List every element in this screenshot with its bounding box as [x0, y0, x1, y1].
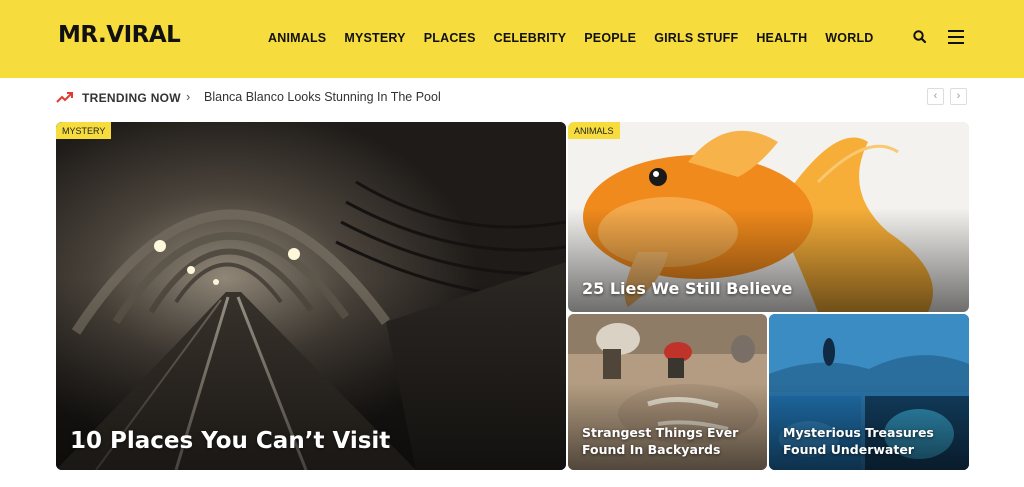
nav-item-celebrity[interactable]: CELEBRITY [494, 31, 567, 45]
featured-card-backyards[interactable]: Strangest Things Ever Found In Backyards [568, 314, 767, 470]
featured-card-fish[interactable]: ANIMALS 25 Lies We Still Believe [568, 122, 969, 312]
trending-up-icon [56, 92, 73, 103]
nav-item-girls-stuff[interactable]: GIRLS STUFF [654, 31, 738, 45]
chevron-right-icon: › [186, 89, 191, 104]
card-title[interactable]: Mysterious Treasures Found Underwater [783, 424, 958, 458]
category-badge[interactable]: MYSTERY [56, 122, 112, 139]
hamburger-menu-icon[interactable] [948, 30, 964, 44]
card-title[interactable]: Strangest Things Ever Found In Backyards [582, 424, 752, 458]
nav-item-mystery[interactable]: MYSTERY [344, 31, 405, 45]
nav-item-world[interactable]: WORLD [825, 31, 873, 45]
trending-bar: TRENDING NOW › Blanca Blanco Looks Stunn… [56, 88, 970, 108]
nav-item-places[interactable]: PLACES [424, 31, 476, 45]
category-badge[interactable]: ANIMALS [568, 122, 620, 139]
card-title[interactable]: 25 Lies We Still Believe [582, 279, 792, 298]
nav-item-health[interactable]: HEALTH [756, 31, 807, 45]
trending-label: TRENDING NOW [82, 91, 181, 105]
trending-headline[interactable]: Blanca Blanco Looks Stunning In The Pool [204, 90, 441, 104]
search-icon[interactable] [912, 29, 928, 45]
card-title[interactable]: 10 Places You Can’t Visit [70, 428, 390, 454]
featured-card-underwater[interactable]: Mysterious Treasures Found Underwater [769, 314, 969, 470]
arrow-right-icon[interactable]: › [950, 88, 967, 105]
arrow-left-icon[interactable]: ‹ [927, 88, 944, 105]
site-logo[interactable]: MR.VIRAL [58, 22, 181, 48]
main-nav: ANIMALS MYSTERY PLACES CELEBRITY PEOPLE … [268, 31, 892, 45]
featured-card-main[interactable]: MYSTERY 10 Places You Can’t Visit [56, 122, 566, 470]
nav-item-people[interactable]: PEOPLE [584, 31, 636, 45]
nav-item-animals[interactable]: ANIMALS [268, 31, 326, 45]
header-torn-edge [0, 62, 1024, 76]
